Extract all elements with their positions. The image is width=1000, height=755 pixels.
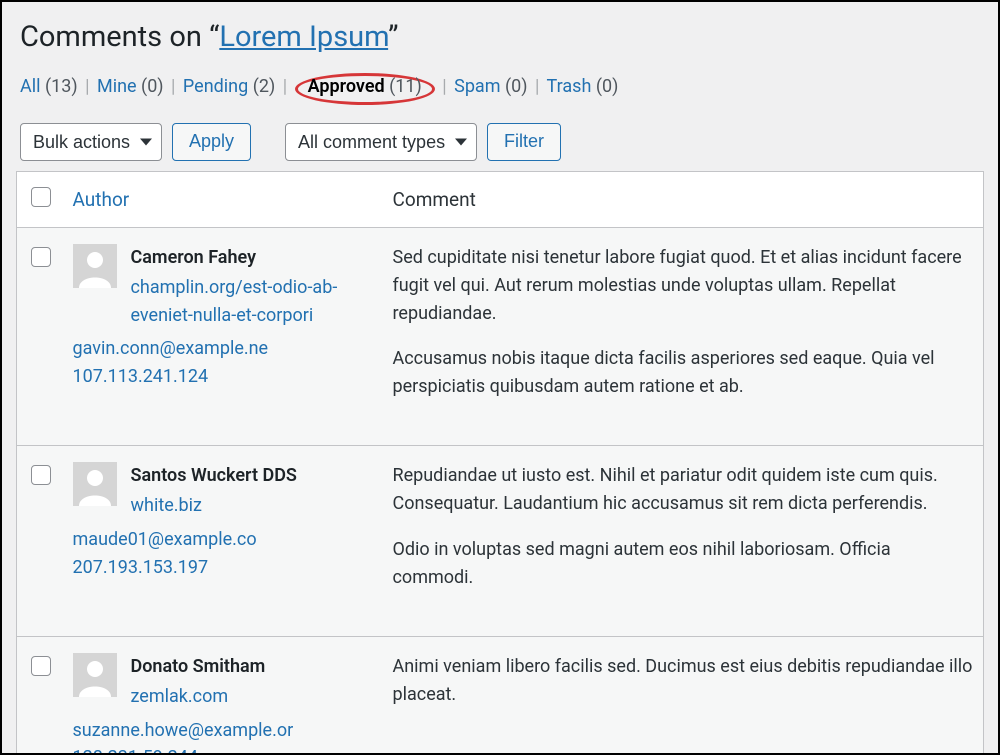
filter-pending[interactable]: Pending — [183, 76, 248, 97]
table-row: Donato Smithamzemlak.com suzanne.howe@exa… — [17, 636, 984, 755]
col-checkbox — [17, 171, 63, 227]
row-checkbox[interactable] — [31, 656, 51, 676]
row-checkbox[interactable] — [31, 247, 51, 267]
table-row: Santos Wuckert DDSwhite.biz maude01@examp… — [17, 446, 984, 637]
comment-type-select[interactable]: All comment types — [285, 123, 477, 161]
author-ip[interactable]: 207.193.153.197 — [73, 554, 373, 582]
avatar — [73, 462, 117, 506]
separator: | — [171, 76, 175, 97]
filter-spam[interactable]: Spam — [454, 76, 500, 97]
row-checkbox-cell — [17, 227, 63, 445]
row-checkbox-cell — [17, 446, 63, 637]
filter-trash-count: (0) — [596, 76, 619, 97]
filter-button[interactable]: Filter — [487, 123, 561, 161]
author-cell: Donato Smithamzemlak.com suzanne.howe@exa… — [63, 636, 383, 755]
author-email[interactable]: maude01@example.co — [73, 526, 373, 554]
controls-row: Bulk actions Apply All comment types Fil… — [20, 123, 998, 161]
filter-all[interactable]: All — [20, 76, 41, 97]
avatar — [73, 653, 117, 697]
status-filter-row: All (13) | Mine (0) | Pending (2) | Appr… — [20, 73, 998, 105]
page-title: Comments on “Lorem Ipsum” — [20, 20, 998, 55]
comment-paragraph: Accusamus nobis itaque dicta facilis asp… — [393, 345, 974, 401]
comment-paragraph: Repudiandae ut iusto est. Nihil et paria… — [393, 462, 974, 518]
bulk-actions-select[interactable]: Bulk actions — [20, 123, 162, 161]
apply-button[interactable]: Apply — [172, 123, 251, 161]
comment-cell: Animi veniam libero facilis sed. Ducimus… — [383, 636, 984, 755]
title-suffix: ” — [388, 20, 398, 54]
author-ip[interactable]: 128.231.59.244 — [73, 744, 373, 755]
comments-table: Author Comment Cameron Faheychamplin.org… — [16, 171, 984, 755]
col-comment: Comment — [383, 171, 984, 227]
comment-paragraph: Animi veniam libero facilis sed. Ducimus… — [393, 653, 974, 709]
row-checkbox-cell — [17, 636, 63, 755]
filter-pending-count: (2) — [253, 76, 276, 97]
filter-all-count: (13) — [45, 76, 78, 97]
filter-approved[interactable]: Approved — [308, 76, 385, 97]
filter-spam-count: (0) — [505, 76, 528, 97]
comment-paragraph: Odio in voluptas sed magni autem eos nih… — [393, 536, 974, 592]
title-prefix: Comments on “ — [20, 20, 219, 54]
filter-mine-count: (0) — [141, 76, 164, 97]
select-all-checkbox[interactable] — [31, 187, 51, 207]
author-name: Donato Smitham — [131, 653, 266, 681]
separator: | — [283, 76, 287, 97]
comment-cell: Sed cupiditate nisi tenetur labore fugia… — [383, 227, 984, 445]
row-checkbox[interactable] — [31, 465, 51, 485]
filter-approved-count: (11) — [389, 76, 422, 97]
author-url[interactable]: zemlak.com — [131, 683, 266, 711]
separator: | — [442, 76, 446, 97]
author-name: Santos Wuckert DDS — [131, 462, 297, 490]
post-title-link[interactable]: Lorem Ipsum — [219, 20, 388, 54]
author-email[interactable]: gavin.conn@example.ne — [73, 335, 373, 363]
author-cell: Cameron Faheychamplin.org/est-odio-ab-ev… — [63, 227, 383, 445]
comment-cell: Repudiandae ut iusto est. Nihil et paria… — [383, 446, 984, 637]
separator: | — [535, 76, 539, 97]
filter-trash[interactable]: Trash — [547, 76, 592, 97]
col-author[interactable]: Author — [63, 171, 383, 227]
author-name: Cameron Fahey — [131, 244, 373, 272]
avatar — [73, 244, 117, 288]
author-email[interactable]: suzanne.howe@example.or — [73, 717, 373, 745]
author-url[interactable]: champlin.org/est-odio-ab-eveniet-nulla-e… — [131, 274, 373, 330]
author-cell: Santos Wuckert DDSwhite.biz maude01@examp… — [63, 446, 383, 637]
filter-mine[interactable]: Mine — [97, 76, 137, 97]
author-url[interactable]: white.biz — [131, 492, 297, 520]
comment-paragraph: Sed cupiditate nisi tenetur labore fugia… — [393, 244, 974, 328]
table-row: Cameron Faheychamplin.org/est-odio-ab-ev… — [17, 227, 984, 445]
separator: | — [85, 76, 89, 97]
filter-approved-highlight: Approved (11) — [295, 73, 435, 105]
author-ip[interactable]: 107.113.241.124 — [73, 363, 373, 391]
